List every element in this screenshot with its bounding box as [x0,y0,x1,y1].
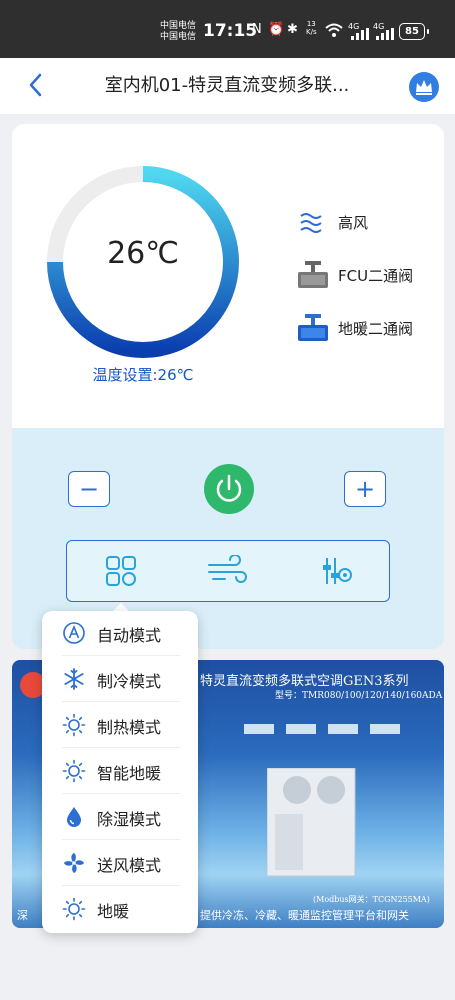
alarm-icon: ⏰ [268,22,285,37]
status-bar: 中国电信 中国电信 17:15 N ⏰ ✱ 13 K/s 4G 4G 85 [0,0,455,58]
banner-left-text: 深 [17,909,28,922]
back-arrow-icon[interactable] [25,71,49,99]
signal-icon-1 [351,28,369,40]
speed-value: 13 [306,20,316,28]
banner-model: 型号：TMR080/100/120/140/160ADA [275,691,443,701]
speed-unit: K/s [306,28,317,36]
menu-item-heat[interactable]: 制热模式 [42,702,198,748]
crown-icon [416,80,432,95]
menu-item-label: 自动模式 [97,626,162,645]
nfc-icon: N [252,22,262,37]
sun-icon [62,897,86,921]
menu-item-label: 地暖 [97,902,130,921]
banner-title: 特灵直流变频多联式空调GEN3系列 [200,674,409,689]
wifi-icon [325,23,343,37]
snowflake-icon [64,668,84,690]
fcu-valve-icon [298,261,328,288]
function-bar [66,540,390,602]
menu-item-fan-only[interactable]: 送风模式 [42,840,198,886]
bluetooth-icon: ✱ [287,22,298,37]
wind-speed-icon [300,213,322,233]
banner-bottom-text: 提供冷冻、冷藏、暖通监控管理平台和网关 [200,909,409,922]
menu-item-label: 送风模式 [97,856,162,875]
network-speed: 13 K/s [306,20,317,36]
menu-item-floor-heating[interactable]: 地暖 [42,886,198,932]
clock: 17:15 [203,21,258,41]
floor-heating-valve-icon [298,314,328,341]
fan-icon [64,853,84,873]
sun-icon [62,759,86,783]
fan-speed-icon[interactable] [207,555,249,587]
menu-item-dehumidify[interactable]: 除湿模式 [42,794,198,840]
carrier-2: 中国电信 [160,32,197,42]
indoor-units-illustration [244,724,400,734]
menu-item-label: 智能地暖 [97,764,162,783]
water-drop-icon [67,807,81,827]
page-title: 室内机01-特灵直流变频多联... [104,75,350,96]
settings-sliders-icon[interactable] [321,555,353,587]
power-button[interactable] [204,464,254,514]
carrier-1: 中国电信 [160,21,197,31]
menu-item-label: 除湿模式 [97,810,162,829]
battery-indicator: 85 [399,23,429,40]
signal-icon-2 [376,28,394,40]
outdoor-unit-illustration [267,768,356,877]
increase-temp-button[interactable]: + [344,471,386,507]
mode-grid-icon[interactable] [105,555,137,587]
crown-button[interactable] [409,72,439,102]
floor-heating-valve-label: 地暖二通阀 [338,320,414,338]
carrier-labels: 中国电信 中国电信 [160,21,196,43]
setpoint-label: 温度设置:26℃ [92,366,194,384]
menu-item-smart-floor-heating[interactable]: 智能地暖 [42,748,198,794]
sun-icon [62,713,86,737]
fan-speed-label: 高风 [338,214,369,232]
decrease-temp-button[interactable]: − [68,471,110,507]
menu-item-label: 制热模式 [97,718,162,737]
app-header: 室内机01-特灵直流变频多联... [0,58,455,114]
banner-modbus: (Modbus网关：TCGN255MA) [313,895,430,904]
menu-item-cool[interactable]: 制冷模式 [42,656,198,702]
fcu-valve-label: FCU二通阀 [338,267,414,285]
current-temperature: 26℃ [107,236,179,271]
power-icon [216,474,242,502]
menu-item-label: 制冷模式 [97,672,162,691]
menu-item-auto[interactable]: 自动模式 [42,610,198,656]
auto-mode-icon [63,622,85,644]
